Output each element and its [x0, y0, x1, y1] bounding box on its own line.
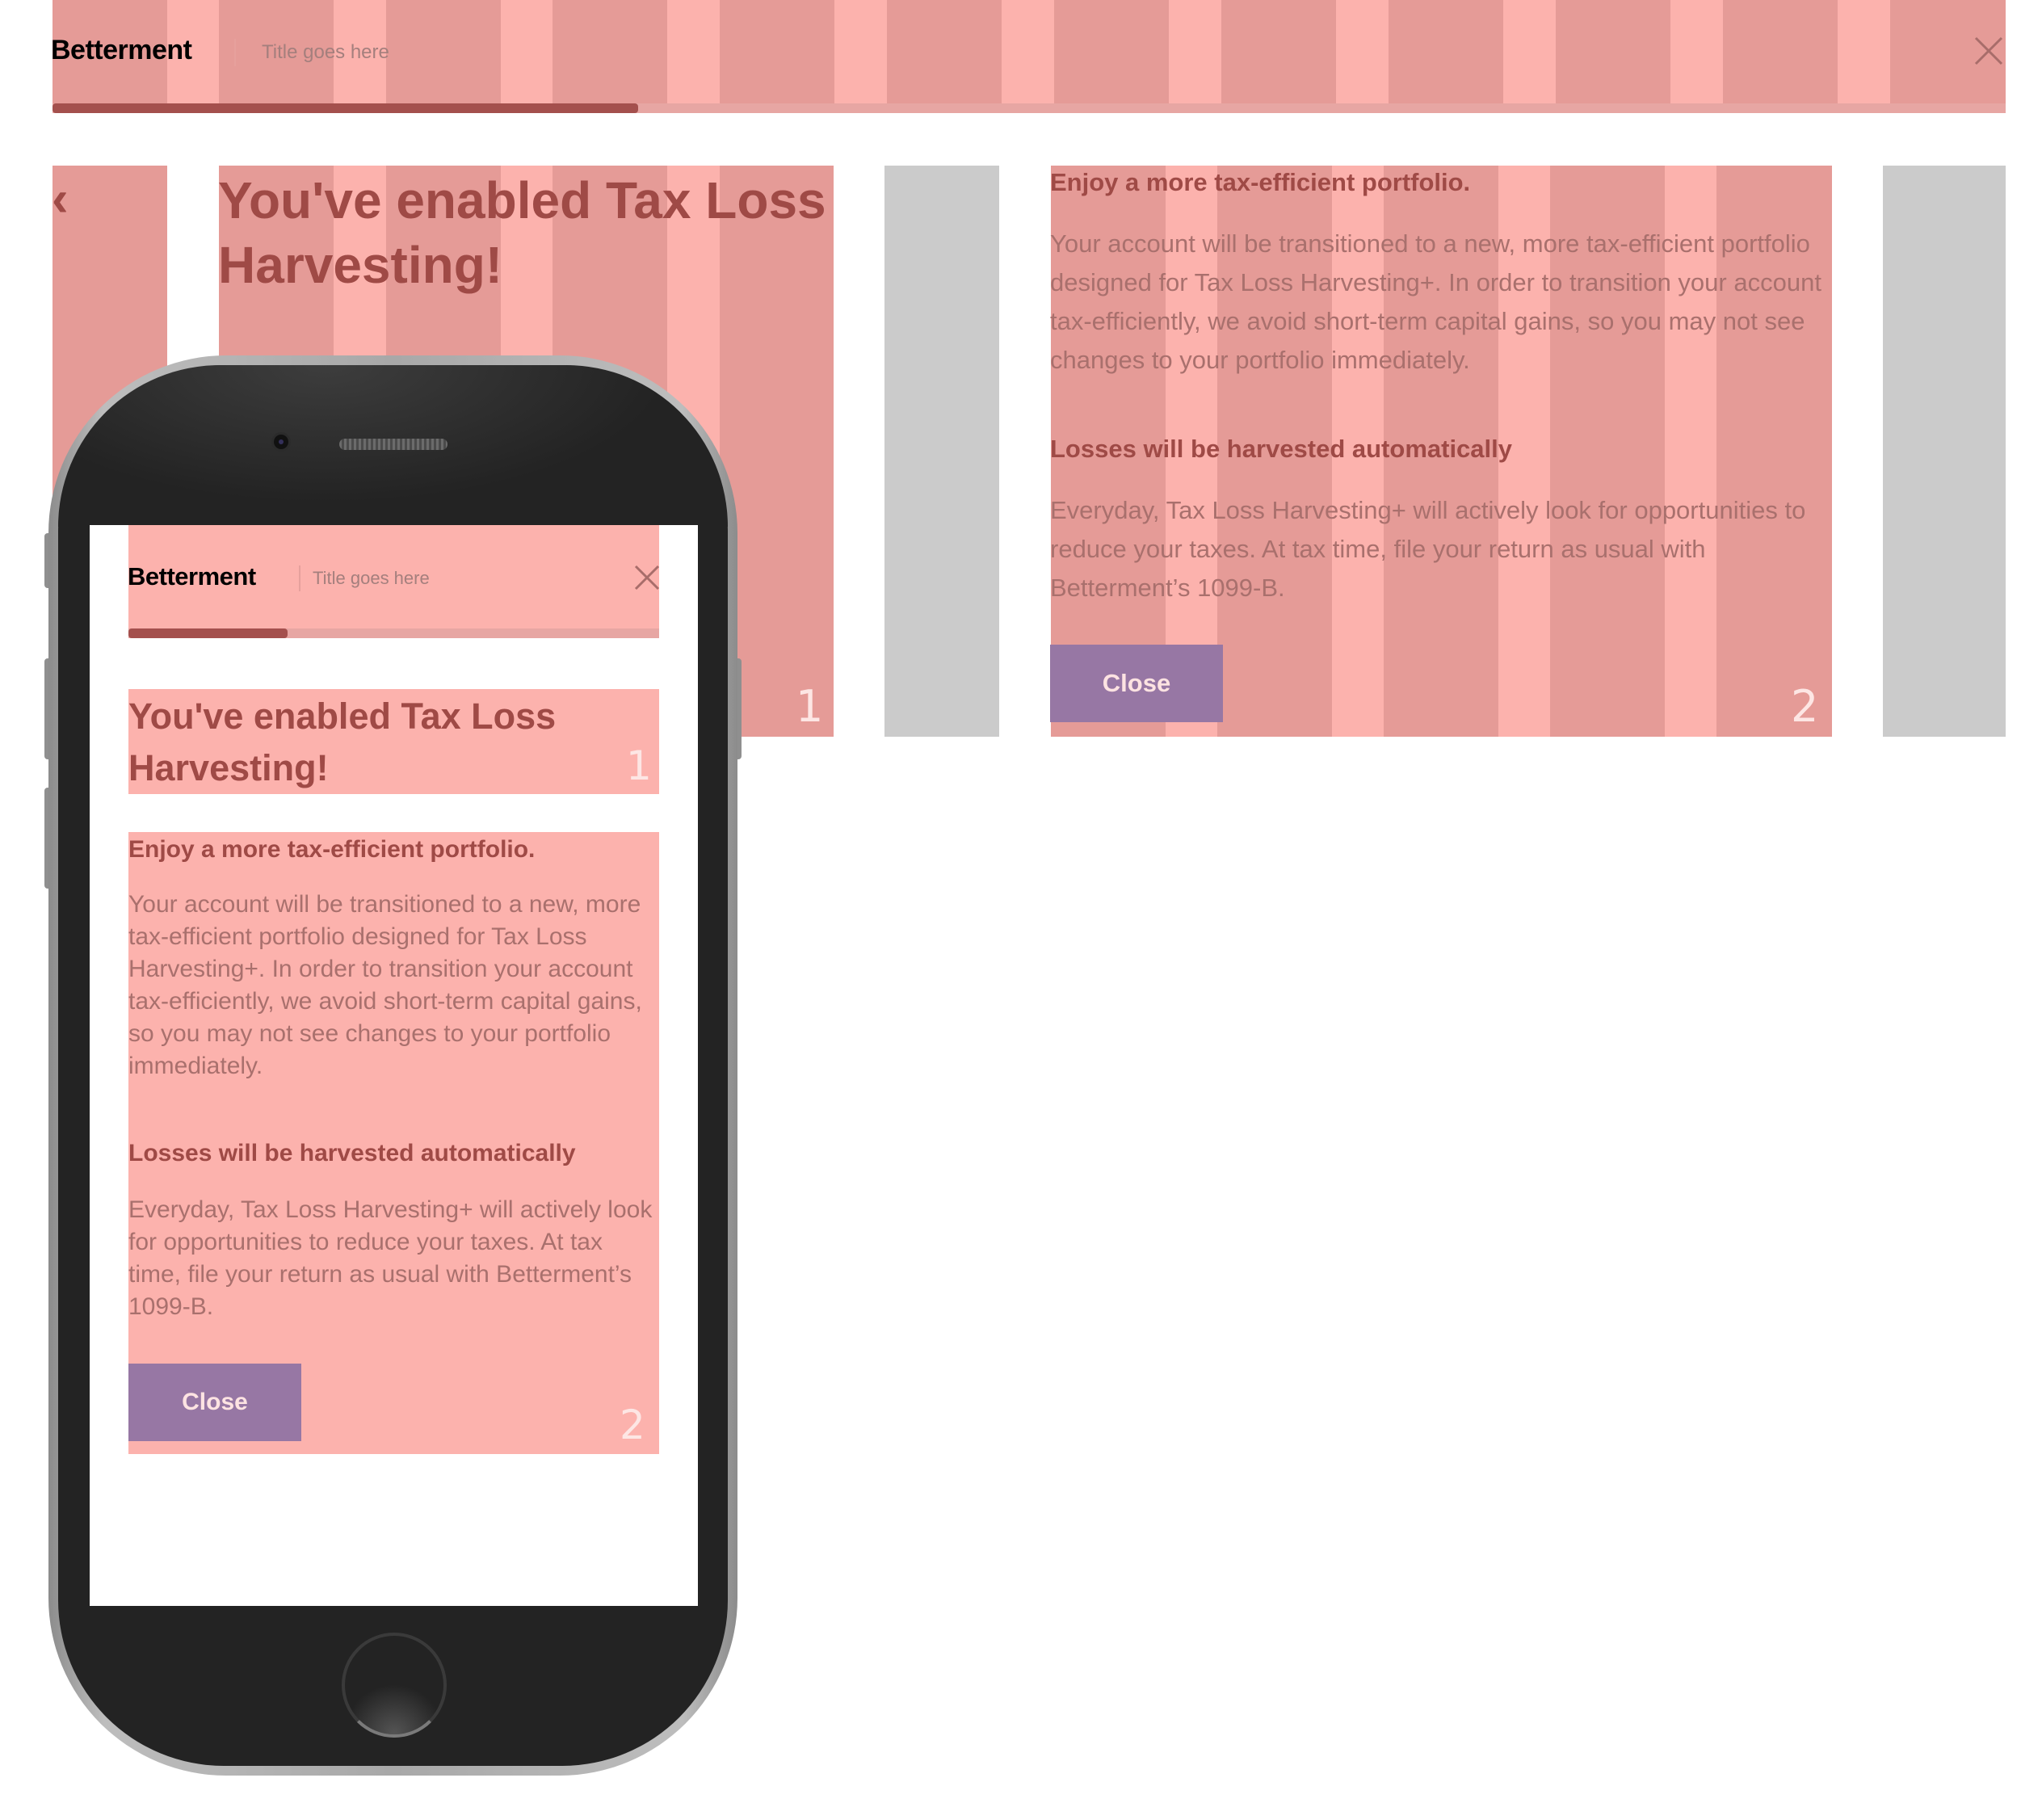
section-body: Everyday, Tax Loss Harvesting+ will acti… — [1050, 496, 1806, 602]
header-divider — [234, 39, 236, 66]
close-button[interactable]: Close — [1050, 645, 1223, 722]
section-heading: Losses will be harvested automatically — [128, 1140, 576, 1166]
column-number-1: 1 — [626, 742, 652, 789]
brand-logo[interactable]: Betterment — [51, 32, 192, 68]
phone-screen: Betterment Title goes here You've enable… — [90, 525, 698, 1606]
close-icon[interactable] — [633, 564, 661, 591]
section-heading: Enjoy a more tax-efficient portfolio. — [128, 836, 536, 863]
grid-column — [1221, 0, 1336, 103]
header-divider — [299, 565, 300, 591]
grid-column — [1054, 0, 1169, 103]
hero-title: You've enabled Tax Loss Harvesting! — [218, 171, 826, 294]
brand-logo[interactable]: Betterment — [128, 561, 256, 593]
progress-fill — [53, 103, 639, 113]
close-icon[interactable] — [1973, 36, 2004, 66]
column-number-2: 2 — [1791, 681, 1819, 732]
header-title: Title goes here — [313, 568, 430, 588]
grid-column — [887, 0, 1002, 103]
grid-column — [1723, 0, 1838, 103]
section-heading: Enjoy a more tax-efficient portfolio. — [1050, 168, 1471, 196]
grid-column-empty — [884, 166, 999, 737]
header-title: Title goes here — [262, 41, 389, 63]
home-button[interactable] — [342, 1633, 447, 1738]
earpiece-speaker — [339, 439, 447, 450]
grid-column — [1556, 0, 1670, 103]
progress-bar — [53, 103, 2006, 113]
front-camera-icon — [271, 432, 291, 452]
section-heading: Losses will be harvested automatically — [1050, 435, 1513, 463]
grid-column — [386, 0, 501, 103]
progress-fill — [128, 628, 288, 638]
grid-column-empty — [1883, 166, 2006, 737]
grid-column — [1389, 0, 1503, 103]
grid-column — [720, 0, 834, 103]
column-number-2: 2 — [620, 1402, 645, 1448]
back-chevron-icon[interactable]: ‹ — [52, 171, 69, 228]
close-button[interactable]: Close — [128, 1364, 301, 1441]
section-body: Your account will be transitioned to a n… — [1050, 229, 1821, 374]
section-body: Everyday, Tax Loss Harvesting+ will acti… — [128, 1196, 653, 1320]
hero-title: You've enabled Tax Loss Harvesting! — [128, 696, 557, 788]
section-body: Your account will be transitioned to a n… — [128, 891, 642, 1079]
column-number-1: 1 — [796, 681, 824, 732]
grid-column — [553, 0, 667, 103]
progress-bar — [128, 628, 659, 638]
